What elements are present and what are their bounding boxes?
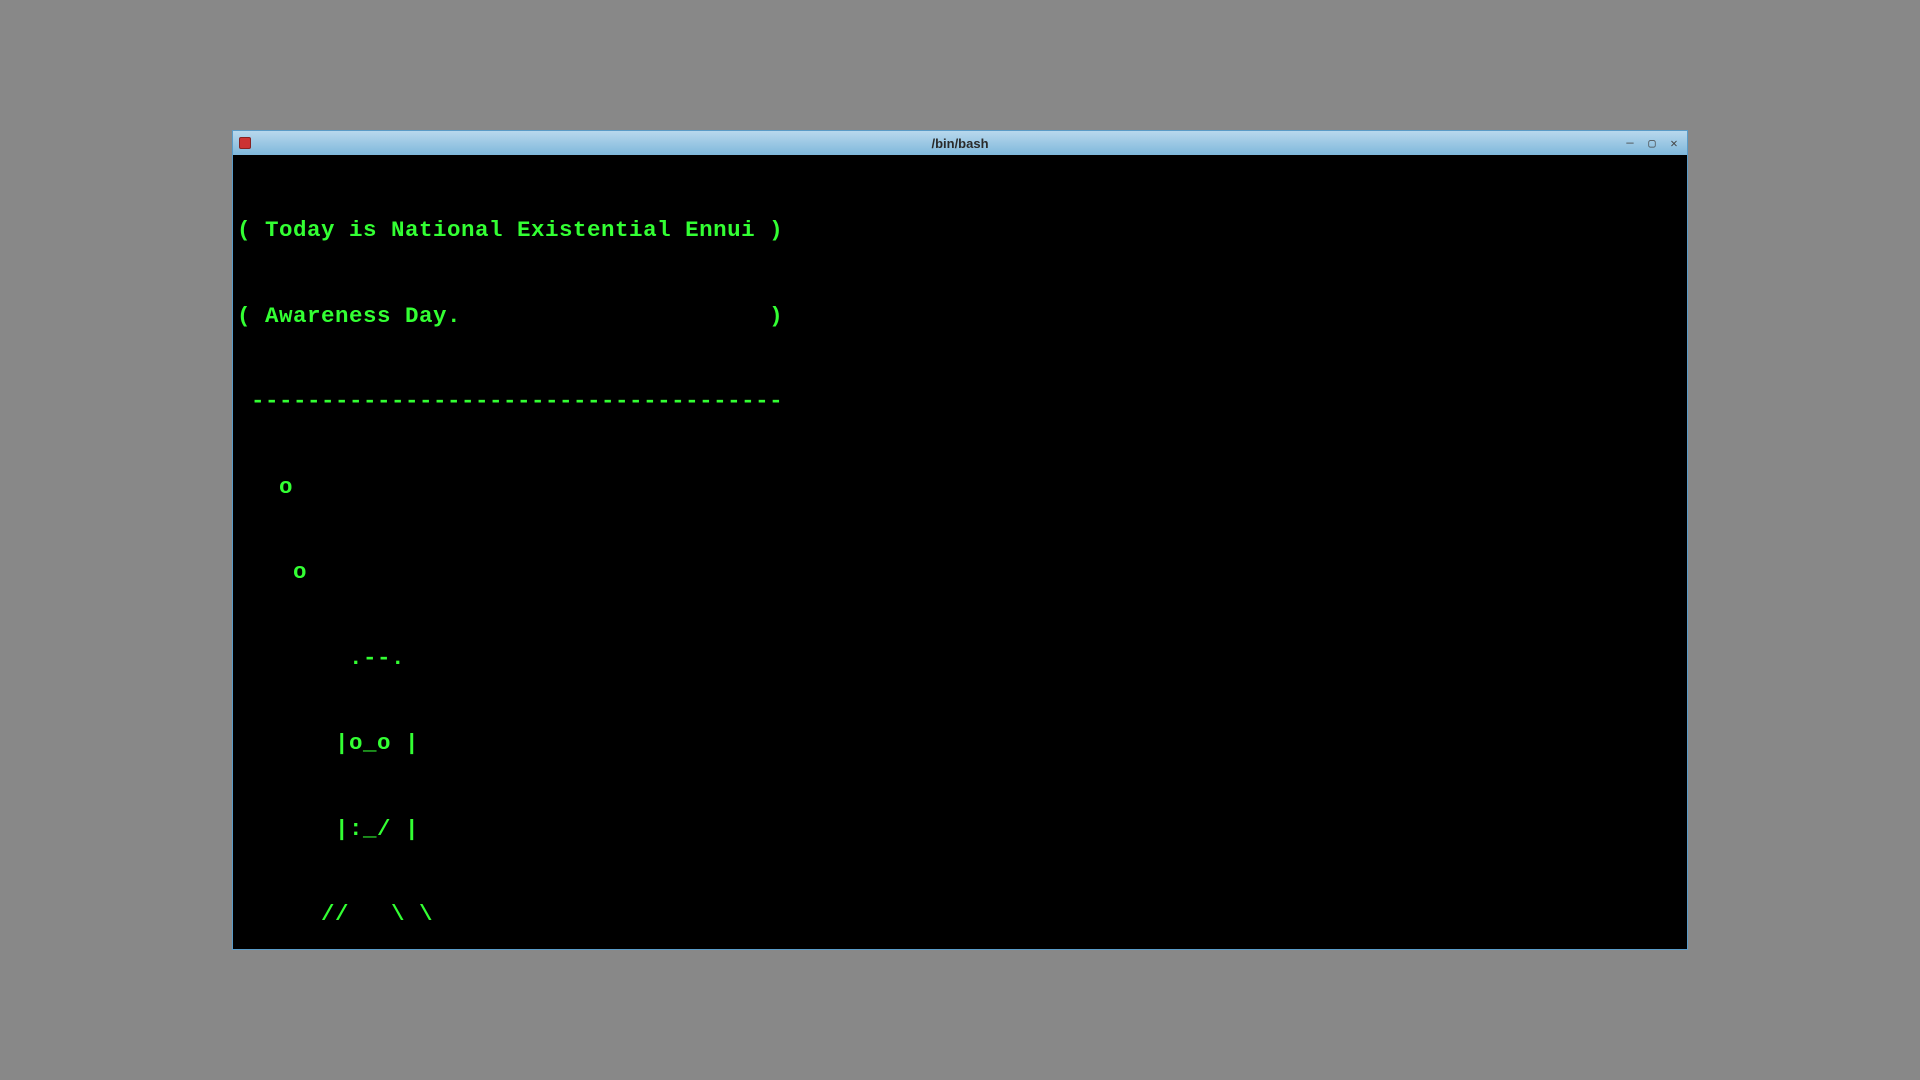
ascii-line: o xyxy=(237,473,1683,502)
titlebar: /bin/bash — ▢ ✕ xyxy=(233,131,1687,155)
ascii-line: o xyxy=(237,558,1683,587)
ascii-line: |:_/ | xyxy=(237,815,1683,844)
maximize-icon[interactable]: ▢ xyxy=(1645,136,1659,150)
minimize-icon[interactable]: — xyxy=(1623,136,1637,150)
close-icon[interactable] xyxy=(239,137,251,149)
window-title: /bin/bash xyxy=(931,136,988,151)
ascii-line: |o_o | xyxy=(237,729,1683,758)
ascii-line: -------------------------------------- xyxy=(237,387,1683,416)
motd-ascii: ( Today is National Existential Ennui ) … xyxy=(237,159,1683,949)
ascii-line: ( Awareness Day. ) xyxy=(237,302,1683,331)
titlebar-right: — ▢ ✕ xyxy=(1623,136,1681,150)
titlebar-left xyxy=(239,137,251,149)
ascii-line: // \ \ xyxy=(237,900,1683,929)
terminal-window: /bin/bash — ▢ ✕ ( Today is National Exis… xyxy=(232,130,1688,950)
ascii-line: .--. xyxy=(237,644,1683,673)
terminal-body[interactable]: ( Today is National Existential Ennui ) … xyxy=(233,155,1687,949)
ascii-line: ( Today is National Existential Ennui ) xyxy=(237,216,1683,245)
close-x-icon[interactable]: ✕ xyxy=(1667,136,1681,150)
